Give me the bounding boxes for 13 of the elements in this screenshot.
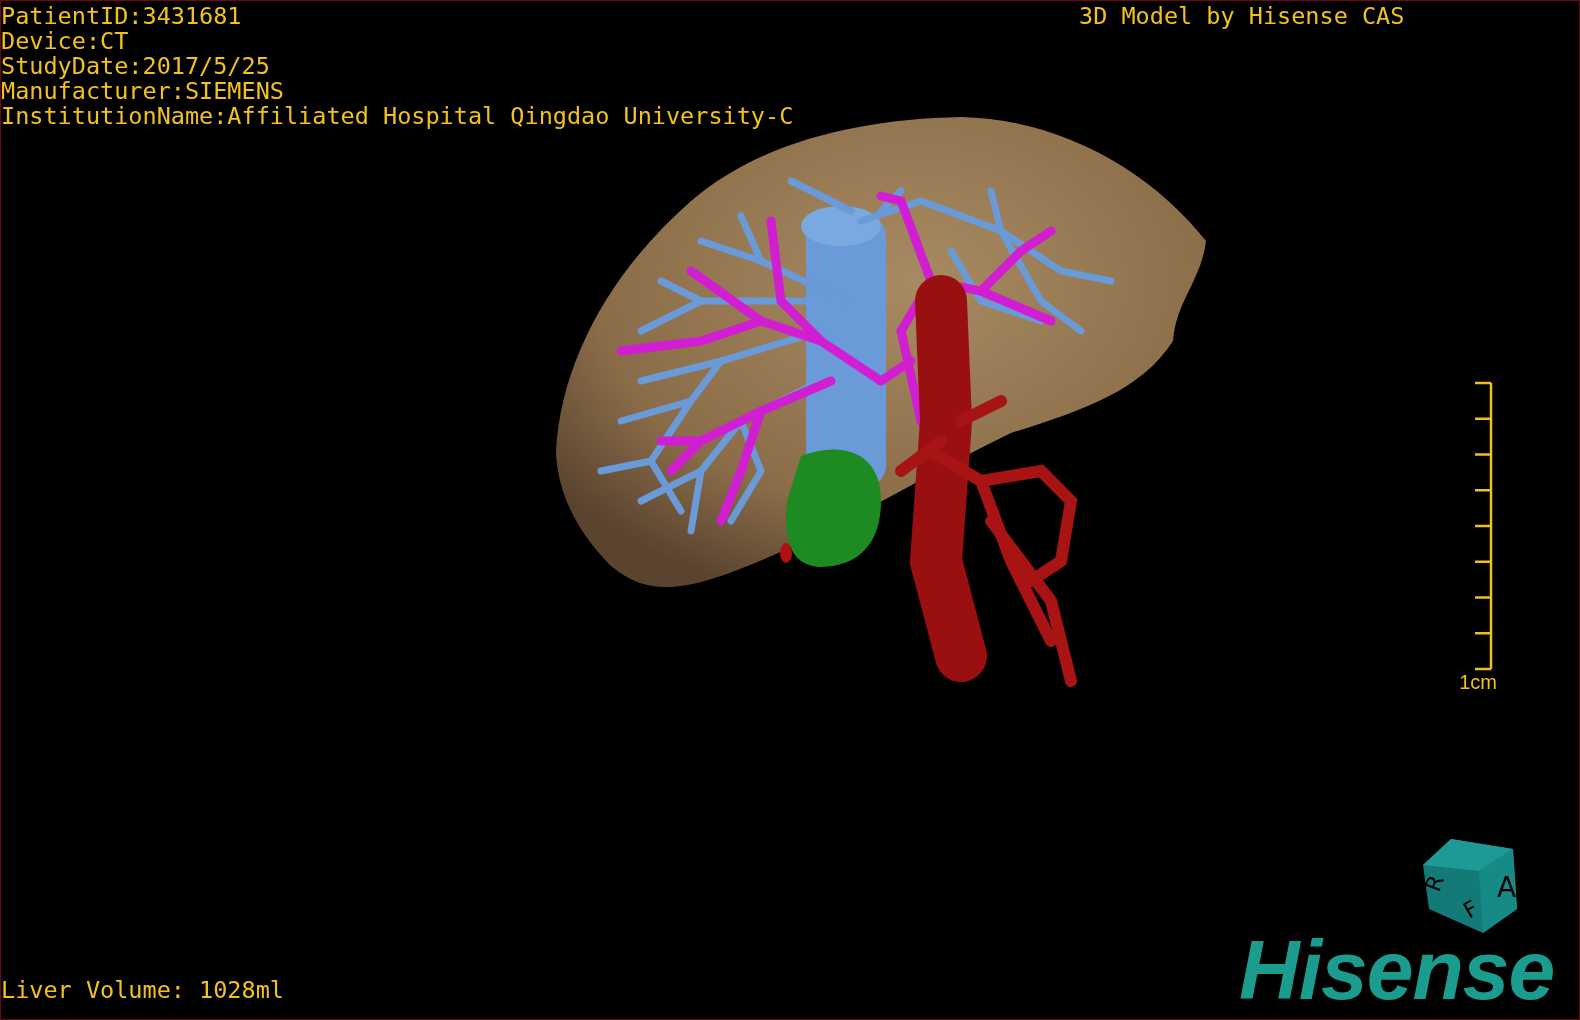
- patient-info-text: PatientID:3431681: [1, 4, 243, 29]
- cube-face-label: A: [1497, 871, 1517, 904]
- scale-label: 1cm: [1459, 671, 1497, 693]
- patient-info-text: Manufacturer:SIEMENS: [1, 79, 285, 104]
- model-title: 3D Model by Hisense CAS: [1079, 4, 1405, 29]
- scale-ruler-icon: [1473, 381, 1493, 671]
- cube-face-label: R: [1421, 871, 1449, 895]
- liver-volume-text: Liver Volume: 1028ml: [1, 978, 284, 1003]
- logo-wordmark: Hisense: [1239, 925, 1555, 1015]
- patient-info-text: StudyDate:2017/5/25: [1, 54, 271, 79]
- patient-info-text: Device:CT: [1, 29, 130, 54]
- patient-info-text: InstitutionName:Affiliated Hospital Qingdao University-C: [1, 104, 794, 129]
- cube-face-label: F: [1459, 895, 1483, 924]
